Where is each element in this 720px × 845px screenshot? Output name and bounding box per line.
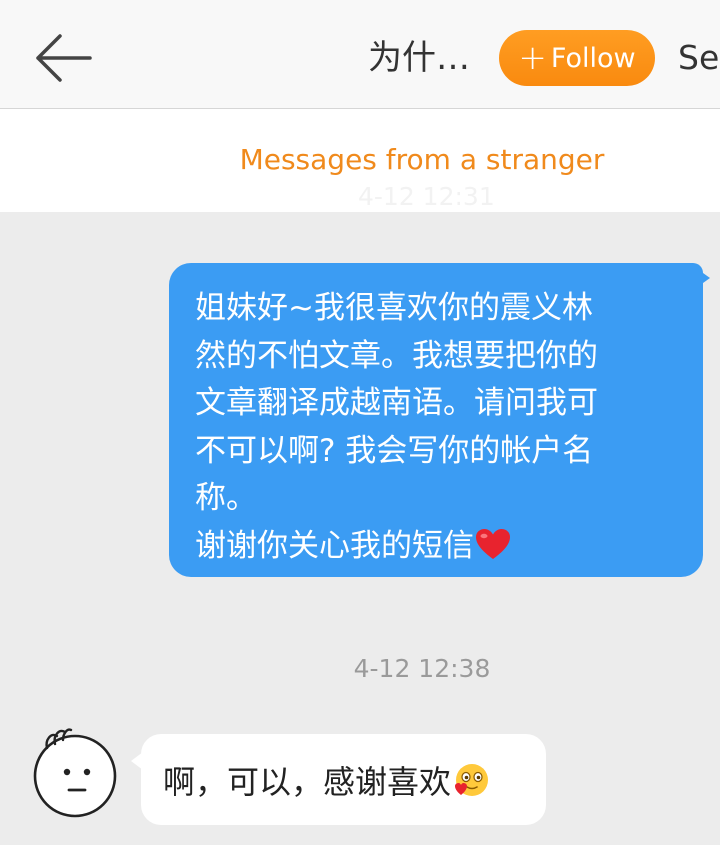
plus-icon: + [518, 38, 547, 78]
message-line: 姐妹好~我很喜欢你的震义林 [195, 290, 593, 326]
message-line: 文章翻译成越南语。请问我可 [195, 385, 598, 421]
follow-button[interactable]: + Follow [499, 30, 655, 86]
faded-timestamp: 4-12 12:31 [358, 182, 495, 211]
message-last-line: 谢谢你关心我的短信 [195, 523, 683, 571]
chat-screen: 为什… + Follow Se Messages from a stranger… [0, 0, 720, 845]
message-line: 然的不怕文章。我想要把你的 [195, 337, 598, 374]
incoming-message-bubble[interactable]: 啊，可以，感谢喜欢 [141, 734, 546, 825]
red-heart-icon [476, 528, 510, 559]
outgoing-message-bubble[interactable]: 姐妹好~我很喜欢你的震义林 然的不怕文章。我想要把你的 文章翻译成越南语。请问我… [169, 263, 703, 577]
incoming-message-text: 啊，可以，感谢喜欢 [163, 763, 452, 801]
follow-button-label: Follow [550, 42, 636, 74]
doodle-face-avatar-icon [33, 728, 117, 818]
message-timestamp: 4-12 12:38 [353, 654, 491, 683]
message-line-text: 谢谢你关心我的短信 [195, 527, 474, 564]
conversation-title: 为什… [368, 38, 470, 78]
smiling-face-with-hearts-emoji-icon [455, 764, 489, 796]
message-line: 称。 [195, 480, 257, 516]
back-button[interactable] [30, 28, 96, 88]
stranger-notice: Messages from a stranger [239, 143, 605, 176]
sender-avatar[interactable] [27, 718, 123, 818]
back-arrow-icon [36, 34, 92, 82]
outgoing-bubble-tail [696, 268, 710, 288]
top-bar: 为什… + Follow Se [0, 0, 720, 109]
message-line: 不可以啊? 我会写你的帐户名 [195, 432, 594, 469]
settings-link[interactable]: Se [678, 38, 719, 77]
